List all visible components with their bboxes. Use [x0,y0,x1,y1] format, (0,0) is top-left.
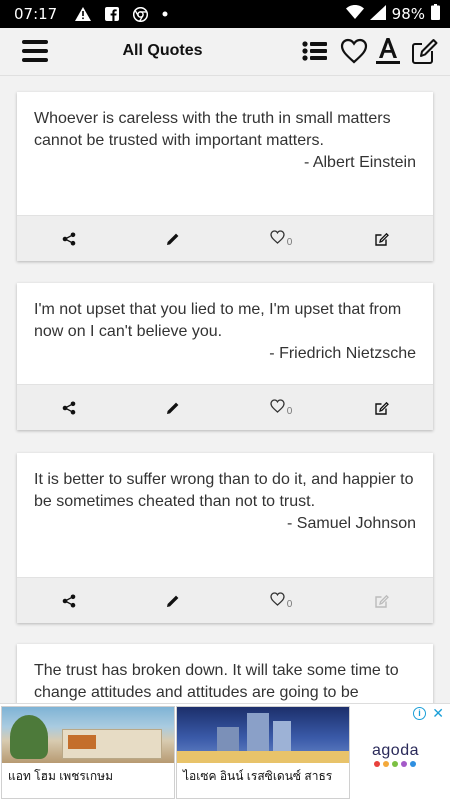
quote-text: Whoever is careless with the truth in sm… [34,110,391,149]
wifi-icon [345,5,364,23]
quote-actions: 0 [17,577,433,623]
share-icon[interactable] [57,590,81,612]
alert-icon [75,7,92,21]
like-button[interactable]: 0 [261,228,301,250]
ad-brand-logo: agoda [372,742,419,759]
font-icon[interactable] [373,36,403,66]
battery-icon [431,4,440,24]
like-count: 0 [286,598,293,610]
ad-close-icon[interactable]: ✕ [432,705,444,722]
heart-outline-icon [270,591,285,611]
like-count: 0 [286,405,293,417]
ad-tile-caption: แอท โฮม เพชรเกษม [8,769,113,783]
quote-author: - Samuel Johnson [287,515,416,532]
status-right: 98% [345,4,440,24]
quote-text: The trust has broken down. It will take … [34,662,399,701]
quote-author: - Friedrich Nietzsche [269,345,416,362]
share-icon[interactable] [57,228,81,250]
like-button[interactable]: 0 [261,590,301,612]
quote-actions: 0 [17,384,433,430]
quote-text: It is better to suffer wrong than to do … [34,471,414,510]
hotel-image [2,707,174,763]
status-time: 07:17 [14,5,58,23]
share-icon[interactable] [57,397,81,419]
quote-list[interactable]: Whoever is careless with the truth in sm… [0,76,450,703]
edit-small-icon[interactable] [369,590,393,612]
edit-icon[interactable] [409,36,439,66]
app-bar: All Quotes [0,28,450,76]
dot-icon [162,11,168,17]
ad-tile[interactable]: ไอเซค อินน์ เรสซิเดนซ์ สาธร [176,706,350,799]
pencil-icon[interactable] [161,397,185,419]
battery-percent: 98% [391,5,425,23]
status-bar: 07:17 98% [0,0,450,28]
pencil-icon[interactable] [161,590,185,612]
quote-card: The trust has broken down. It will take … [17,644,433,703]
ad-tile[interactable]: แอท โฮม เพชรเกษม [1,706,175,799]
pencil-icon[interactable] [161,228,185,250]
heart-icon[interactable] [339,36,369,66]
heart-outline-icon [270,229,285,249]
quote-actions: 0 [17,215,433,261]
quote-author: - Albert Einstein [303,154,416,171]
quote-card: It is better to suffer wrong than to do … [17,453,433,623]
list-icon[interactable] [300,36,330,66]
hotel-image [177,707,349,763]
quote-text: I'm not upset that you lied to me, I'm u… [34,301,402,340]
heart-outline-icon [270,398,285,418]
quote-card: Whoever is careless with the truth in sm… [17,92,433,261]
edit-small-icon[interactable] [369,228,393,250]
facebook-icon [105,7,120,21]
ad-info-icon[interactable]: i [413,707,426,720]
page-title: All Quotes [122,42,203,59]
brand-dots [374,761,416,767]
quote-card: I'm not upset that you lied to me, I'm u… [17,283,433,430]
signal-icon [369,4,386,24]
like-button[interactable]: 0 [261,397,301,419]
like-count: 0 [286,236,293,248]
chrome-icon [133,6,149,22]
ad-tile-caption: ไอเซค อินน์ เรสซิเดนซ์ สาธร [183,769,333,783]
edit-small-icon[interactable] [369,397,393,419]
ad-banner[interactable]: แอท โฮม เพชรเกษม ไอเซค อินน์ เรสซิเดนซ์ … [0,703,450,800]
